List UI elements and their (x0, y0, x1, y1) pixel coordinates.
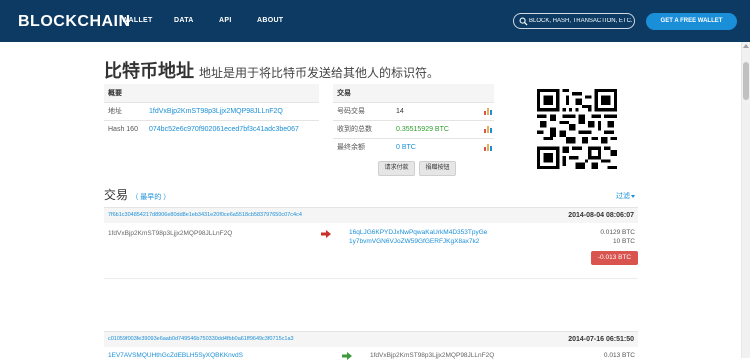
hash160-link[interactable]: 074bc52e6c970f902061eced7bf3c41adc3be067 (145, 119, 319, 138)
tx-count-chart-cell[interactable] (480, 101, 494, 120)
page-title-subtitle: 地址是用于将比特币发送给其他人的标识符。 (199, 66, 440, 80)
arrow-right-icon (342, 352, 352, 360)
get-free-wallet-button[interactable]: GET A FREE WALLET (646, 13, 737, 30)
transaction-time: 2014-07-16 06:51:50 (568, 336, 634, 343)
transaction-output-amount: 10 BTC (612, 238, 635, 245)
tx-count-label: 号码交易 (333, 101, 392, 120)
transactions-title: 交易 (104, 188, 129, 202)
nav-wallet[interactable]: WALLET (122, 17, 153, 24)
transaction-hash-link[interactable]: c01059f003fe39093e6aab0d749546b750330dd4… (108, 336, 294, 342)
page-title-main: 比特币地址 (104, 61, 194, 81)
filter-dropdown[interactable]: 过滤 (616, 191, 635, 201)
address-label: 地址 (104, 101, 145, 120)
transaction-header: c01059f003fe39093e6aab0d749546b750330dd4… (104, 331, 638, 347)
caret-down-icon (631, 194, 635, 198)
total-received-value: 0.35515929 BTC (392, 119, 480, 138)
search-icon (519, 17, 528, 26)
final-balance-chart-cell[interactable] (480, 137, 494, 156)
top-navbar: BLOCKCHAIN WALLET DATA API ABOUT GET A F… (0, 0, 750, 42)
total-received-chart-cell[interactable] (480, 119, 494, 138)
chart-icon[interactable] (484, 125, 492, 133)
tx-count-value: 14 (392, 101, 480, 120)
final-balance-label: 最终余额 (333, 137, 392, 156)
scroll-thumb[interactable] (743, 62, 749, 100)
summary-header: 概要 (104, 84, 319, 102)
transaction-output-address[interactable]: 16qLJG6KPYDJxNwPqwaKaUrkM4D353TpyGe (349, 229, 487, 236)
sort-oldest-link[interactable]: （ 最早的 ） (131, 194, 170, 201)
search-input[interactable] (529, 15, 633, 27)
transaction-header: 7f6b1c304854217d8906e80dd8e1eb3431e20f0c… (104, 207, 638, 223)
final-balance-value: 0 BTC (392, 137, 480, 156)
scroll-up-arrow-icon[interactable] (743, 44, 749, 48)
chart-icon[interactable] (484, 143, 492, 152)
txinfo-header: 交易 (333, 84, 494, 102)
transaction-input-address: 1fdVxBjp2KmST98p3Ljjx2MQP98JLLnF2Q (108, 230, 233, 237)
transaction-hash-link[interactable]: 7f6b1c304854217d8906e80dd8e1eb3431e20f0c… (108, 212, 302, 218)
donation-button[interactable]: 捐赠按钮 (419, 161, 456, 176)
transaction-output-address[interactable]: 1y7bvmVGN6VJoZW59GfGERFJKgX8ax7k2 (349, 238, 479, 245)
divider (104, 278, 638, 279)
chart-icon[interactable] (484, 107, 492, 115)
transactions-info-table: 交易 号码交易 14 收到的总数 0.35515929 BTC 最终余额 0 B… (333, 84, 494, 156)
hash160-label: Hash 160 (104, 119, 145, 138)
request-payment-button[interactable]: 请求付款 (378, 161, 415, 176)
transaction-net-amount-button[interactable]: -0.013 BTC (591, 251, 638, 265)
transaction-time: 2014-08-04 08:06:07 (568, 212, 634, 219)
filter-label: 过滤 (616, 193, 630, 200)
qr-code-image (537, 89, 617, 169)
transactions-heading: 交易 （ 最早的 ） (104, 186, 170, 203)
page-scrollbar[interactable] (741, 42, 750, 358)
search-box[interactable] (513, 13, 635, 29)
transaction-output-amount: 0.0129 BTC (600, 229, 635, 236)
nav-api[interactable]: API (219, 17, 232, 24)
address-link[interactable]: 1fdVxBjp2KmST98p3Ljjx2MQP98JLLnF2Q (145, 101, 319, 120)
page-title: 比特币地址 地址是用于将比特币发送给其他人的标识符。 (104, 57, 439, 83)
brand-logo[interactable]: BLOCKCHAIN (18, 13, 131, 31)
nav-data[interactable]: DATA (174, 17, 194, 24)
total-received-label: 收到的总数 (333, 119, 392, 138)
arrow-right-icon (321, 230, 331, 238)
summary-table: 概要 地址 1fdVxBjp2KmST98p3Ljjx2MQP98JLLnF2Q… (104, 84, 319, 138)
nav-about[interactable]: ABOUT (257, 17, 283, 24)
